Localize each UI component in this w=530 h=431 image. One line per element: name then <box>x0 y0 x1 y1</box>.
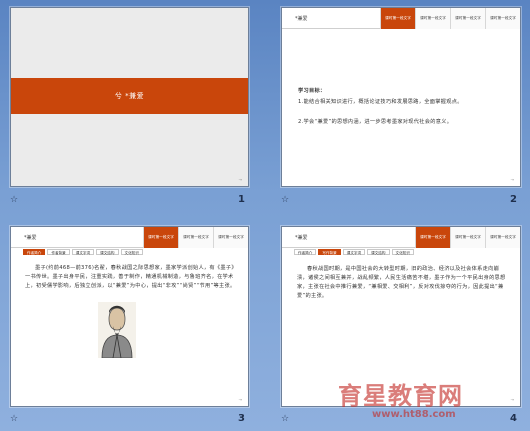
slide-title: 兮 *兼爱 <box>114 92 145 100</box>
slide-header: *兼爱 课时第一段文字 课时第一段文字 课时第一段文字 课时第一段文字 <box>282 8 520 29</box>
sub-tabs: 作者简介 作者背景 课文字词 课文结构 文化知识 <box>23 249 143 255</box>
sub-tabs: 作者简介 写作背景 课文字词 课文结构 文化知识 <box>294 249 414 255</box>
header-tab: 课时第一段文字 <box>178 227 213 248</box>
header-title: *兼爱 <box>295 16 308 22</box>
objectives-heading: 学习目标： <box>298 88 326 94</box>
slide-number: 1 <box>238 194 245 205</box>
slide-transition-icon[interactable]: ☆ <box>281 195 289 205</box>
corner-mark: → <box>510 177 514 182</box>
header-tab: 课时第一段文字 <box>450 227 485 248</box>
author-paragraph: 墨子(约前468—前376)名翟，春秋战国之际思想家，墨家学派创始人，有《墨子》… <box>25 265 237 289</box>
watermark-url: www.ht88.com <box>372 409 456 420</box>
author-portrait <box>98 302 136 358</box>
sub-tab: 课文结构 <box>367 249 390 255</box>
sub-tab: 写作背景 <box>318 249 341 255</box>
title-bar: 兮 *兼爱 <box>11 78 248 114</box>
objective-item: 2.学会“兼爱”的思想内涵，进一步思考墨家对现代社会的意义。 <box>298 119 453 125</box>
watermark-logo-text: 育星教育网 <box>338 382 463 410</box>
corner-mark: → <box>510 397 514 402</box>
header-tab: 课时第一段文字 <box>380 8 415 29</box>
slide-thumbnail-1[interactable]: 兮 *兼爱 → <box>10 7 249 187</box>
slide-thumbnail-3[interactable]: *兼爱 课时第一段文字 课时第一段文字 课时第一段文字 作者简介 作者背景 课文… <box>10 226 249 407</box>
header-tab: 课时第一段文字 <box>213 227 248 248</box>
header-tabs: 课时第一段文字 课时第一段文字 课时第一段文字 <box>143 227 248 248</box>
slide-thumbnail-2[interactable]: *兼爱 课时第一段文字 课时第一段文字 课时第一段文字 课时第一段文字 学习目标… <box>281 7 521 187</box>
slide-header: *兼爱 课时第一段文字 课时第一段文字 课时第一段文字 <box>11 227 248 248</box>
slide-number: 3 <box>238 413 245 424</box>
header-tabs: 课时第一段文字 课时第一段文字 课时第一段文字 <box>415 227 520 248</box>
sub-tab: 课文结构 <box>96 249 119 255</box>
header-tab: 课时第一段文字 <box>485 227 520 248</box>
background-paragraph: 春秋战国时期，是中国社会的大转型时期，旧的政治、经济以及社会体系走向崩溃，诸侯之… <box>297 266 506 299</box>
sub-tab: 课文字词 <box>342 249 366 255</box>
corner-mark: → <box>238 397 242 402</box>
sub-tab: 文化知识 <box>391 249 414 255</box>
slide-number: 4 <box>510 413 517 424</box>
objective-item: 1.能结合相关知识进行，概括论证技巧和发展思路，全面掌握观点。 <box>298 99 463 105</box>
header-tab: 课时第一段文字 <box>143 227 178 248</box>
slide-transition-icon[interactable]: ☆ <box>281 414 289 424</box>
sub-tab: 课文字词 <box>71 249 95 255</box>
slide-number: 2 <box>510 194 517 205</box>
header-tabs: 课时第一段文字 课时第一段文字 课时第一段文字 课时第一段文字 <box>380 8 520 29</box>
slide-transition-icon[interactable]: ☆ <box>10 195 18 205</box>
slide-header: *兼爱 课时第一段文字 课时第一段文字 课时第一段文字 <box>282 227 520 248</box>
header-tab: 课时第一段文字 <box>485 8 520 29</box>
header-tab: 课时第一段文字 <box>415 8 450 29</box>
corner-mark: → <box>238 177 242 182</box>
sub-tab: 作者简介 <box>294 249 317 255</box>
header-tab: 课时第一段文字 <box>415 227 450 248</box>
header-tab: 课时第一段文字 <box>450 8 485 29</box>
sub-tab: 文化知识 <box>120 249 143 255</box>
header-title: *兼爱 <box>24 235 37 241</box>
sub-tab: 作者背景 <box>47 249 70 255</box>
sub-tab: 作者简介 <box>23 249 46 255</box>
header-title: *兼爱 <box>295 235 308 241</box>
slide-transition-icon[interactable]: ☆ <box>10 414 18 424</box>
